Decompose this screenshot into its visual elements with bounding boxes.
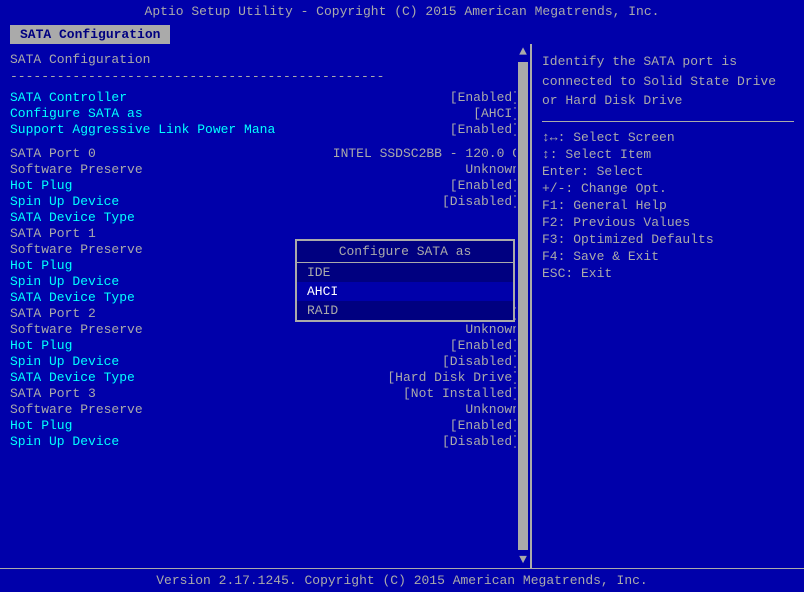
- value-hotplug0: [Enabled]: [450, 178, 520, 193]
- shortcut-f1: F1: General Help: [542, 198, 794, 213]
- row-sw-preserve2: Software Preserve Unknown: [10, 322, 520, 337]
- dropdown-item-ide[interactable]: IDE: [297, 263, 513, 282]
- bottom-bar: Version 2.17.1245. Copyright (C) 2015 Am…: [0, 568, 804, 592]
- label-sata-port2: SATA Port 2: [10, 306, 96, 321]
- scrollbar[interactable]: ▲ ▼: [516, 44, 530, 568]
- row-devicetype0[interactable]: SATA Device Type: [10, 210, 520, 225]
- row-sw-preserve0: Software Preserve Unknown: [10, 162, 520, 177]
- value-spinup0: [Disabled]: [442, 194, 520, 209]
- value-hotplug3: [Enabled]: [450, 418, 520, 433]
- shortcut-f3: F3: Optimized Defaults: [542, 232, 794, 247]
- title-bar: Aptio Setup Utility - Copyright (C) 2015…: [0, 0, 804, 23]
- label-sw-preserve0: Software Preserve: [10, 162, 143, 177]
- divider-line: ----------------------------------------…: [10, 69, 520, 84]
- scroll-thumb[interactable]: [518, 62, 528, 551]
- label-sw-preserve1: Software Preserve: [10, 242, 143, 257]
- label-spinup1: Spin Up Device: [10, 274, 119, 289]
- row-aggressive-link[interactable]: Support Aggressive Link Power Mana [Enab…: [10, 122, 520, 137]
- value-sw-preserve0: Unknown: [465, 162, 520, 177]
- shortcut-change-opt: +/-: Change Opt.: [542, 181, 794, 196]
- label-sata-port1: SATA Port 1: [10, 226, 96, 241]
- label-aggressive-link: Support Aggressive Link Power Mana: [10, 122, 275, 137]
- value-sw-preserve2: Unknown: [465, 322, 520, 337]
- row-hotplug0[interactable]: Hot Plug [Enabled]: [10, 178, 520, 193]
- row-hotplug3[interactable]: Hot Plug [Enabled]: [10, 418, 520, 433]
- shortcut-select-screen: ↕↔: Select Screen: [542, 130, 794, 145]
- value-spinup3: [Disabled]: [442, 434, 520, 449]
- right-panel: Identify the SATA port is connected to S…: [530, 44, 804, 568]
- label-hotplug1: Hot Plug: [10, 258, 72, 273]
- label-hotplug0: Hot Plug: [10, 178, 72, 193]
- tab-row: SATA Configuration: [0, 23, 804, 44]
- row-hotplug2[interactable]: Hot Plug [Enabled]: [10, 338, 520, 353]
- help-text: Identify the SATA port is connected to S…: [542, 52, 794, 111]
- shortcut-f4: F4: Save & Exit: [542, 249, 794, 264]
- row-spinup0[interactable]: Spin Up Device [Disabled]: [10, 194, 520, 209]
- label-sata-port3: SATA Port 3: [10, 386, 96, 401]
- row-sw-preserve3: Software Preserve Unknown: [10, 402, 520, 417]
- label-hotplug2: Hot Plug: [10, 338, 72, 353]
- value-hotplug2: [Enabled]: [450, 338, 520, 353]
- label-sw-preserve2: Software Preserve: [10, 322, 143, 337]
- value-aggressive-link: [Enabled]: [450, 122, 520, 137]
- value-sata-controller: [Enabled]: [450, 90, 520, 105]
- value-spinup2: [Disabled]: [442, 354, 520, 369]
- label-devicetype1: SATA Device Type: [10, 290, 135, 305]
- row-sata-port0: SATA Port 0 INTEL SSDSC2BB - 120.0 G: [10, 146, 520, 161]
- row-configure-sata[interactable]: Configure SATA as [AHCI]: [10, 106, 520, 121]
- value-configure-sata: [AHCI]: [473, 106, 520, 121]
- label-sata-controller: SATA Controller: [10, 90, 127, 105]
- row-devicetype2[interactable]: SATA Device Type [Hard Disk Drive]: [10, 370, 520, 385]
- left-panel: SATA Configuration ---------------------…: [0, 44, 530, 568]
- dropdown-title: Configure SATA as: [297, 241, 513, 263]
- scroll-down-arrow[interactable]: ▼: [519, 552, 527, 568]
- section-title: SATA Configuration: [10, 52, 520, 67]
- label-spinup3: Spin Up Device: [10, 434, 119, 449]
- shortcut-enter: Enter: Select: [542, 164, 794, 179]
- main-content: SATA Configuration ---------------------…: [0, 44, 804, 568]
- value-devicetype2: [Hard Disk Drive]: [387, 370, 520, 385]
- dropdown-item-raid[interactable]: RAID: [297, 301, 513, 320]
- label-spinup0: Spin Up Device: [10, 194, 119, 209]
- value-sw-preserve3: Unknown: [465, 402, 520, 417]
- value-sata-port0: INTEL SSDSC2BB - 120.0 G: [333, 146, 520, 161]
- scroll-up-arrow[interactable]: ▲: [519, 44, 527, 60]
- shortcut-select-item: ↕: Select Item: [542, 147, 794, 162]
- label-configure-sata: Configure SATA as: [10, 106, 143, 121]
- label-sata-port0: SATA Port 0: [10, 146, 96, 161]
- row-sata-controller[interactable]: SATA Controller [Enabled]: [10, 90, 520, 105]
- dropdown-configure-sata[interactable]: Configure SATA as IDE AHCI RAID: [295, 239, 515, 322]
- shortcut-f2: F2: Previous Values: [542, 215, 794, 230]
- label-devicetype0: SATA Device Type: [10, 210, 135, 225]
- right-divider: [542, 121, 794, 122]
- tab-sata-configuration[interactable]: SATA Configuration: [10, 25, 170, 44]
- label-sw-preserve3: Software Preserve: [10, 402, 143, 417]
- label-spinup2: Spin Up Device: [10, 354, 119, 369]
- value-sata-port3: [Not Installed]: [403, 386, 520, 401]
- row-sata-port3: SATA Port 3 [Not Installed]: [10, 386, 520, 401]
- label-hotplug3: Hot Plug: [10, 418, 72, 433]
- shortcut-esc: ESC: Exit: [542, 266, 794, 281]
- spacer-1: [10, 138, 520, 146]
- label-devicetype2: SATA Device Type: [10, 370, 135, 385]
- row-spinup3[interactable]: Spin Up Device [Disabled]: [10, 434, 520, 449]
- row-spinup2[interactable]: Spin Up Device [Disabled]: [10, 354, 520, 369]
- dropdown-item-ahci[interactable]: AHCI: [297, 282, 513, 301]
